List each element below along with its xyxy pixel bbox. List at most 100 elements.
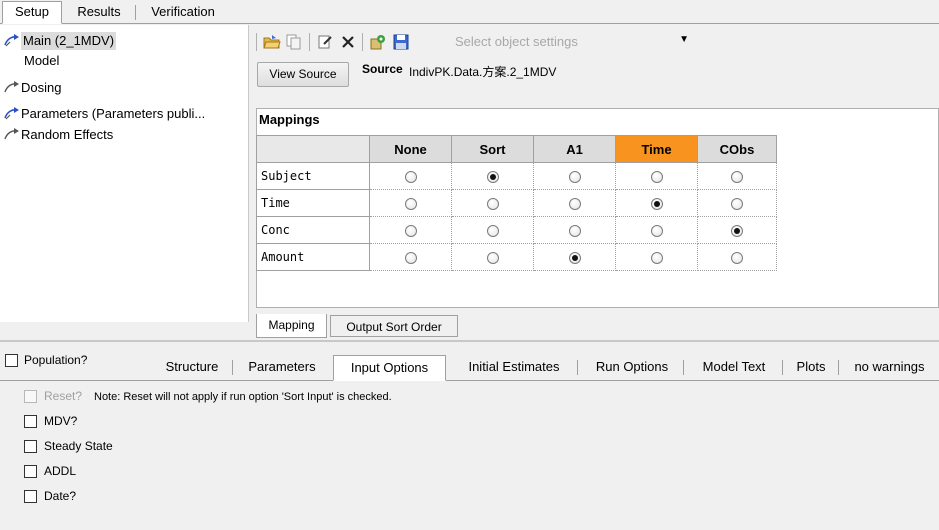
tab-model-text[interactable]: Model Text xyxy=(687,357,781,377)
mapping-cell xyxy=(369,216,452,244)
tree-item-main[interactable]: Main (2_1MDV) xyxy=(3,32,117,50)
tree-item-label: Dosing xyxy=(21,80,62,95)
lower-tab-strip: Structure Parameters Input Options Initi… xyxy=(147,353,939,381)
toolbar: Select object settings ▼ xyxy=(256,30,701,54)
tab-plots[interactable]: Plots xyxy=(786,357,836,377)
row-header: Amount xyxy=(256,243,370,271)
column-header-time[interactable]: Time xyxy=(615,135,698,163)
table-row: Subject xyxy=(256,162,777,190)
tree-item-dosing[interactable]: Dosing xyxy=(3,79,61,97)
edit-icon[interactable] xyxy=(315,32,335,52)
mapping-radio-cobs[interactable] xyxy=(731,224,743,237)
mapping-cell xyxy=(615,162,698,190)
mapping-radio-none[interactable] xyxy=(404,224,417,237)
addl-label: ADDL xyxy=(44,464,77,478)
mapping-radio-cobs[interactable] xyxy=(731,197,743,210)
mapping-cell xyxy=(533,216,616,244)
tab-output-sort-order[interactable]: Output Sort Order xyxy=(330,315,458,337)
mapping-cell xyxy=(615,189,698,217)
mapping-cell xyxy=(369,189,452,217)
mapping-radio-a1[interactable] xyxy=(568,224,581,237)
mapping-cell xyxy=(533,243,616,271)
tree-item-label: Parameters (Parameters publi... xyxy=(21,106,206,121)
mapping-radio-sort[interactable] xyxy=(486,251,499,264)
tree-item-model[interactable]: Model xyxy=(24,52,59,70)
tab-structure[interactable]: Structure xyxy=(153,357,231,377)
mapping-cell xyxy=(697,216,777,244)
reset-checkbox[interactable] xyxy=(24,390,37,403)
mapping-radio-none[interactable] xyxy=(404,251,417,264)
copy-icon[interactable] xyxy=(284,32,304,52)
tab-no-warnings[interactable]: no warnings xyxy=(842,357,937,377)
addl-checkbox[interactable] xyxy=(24,465,37,478)
top-tab-strip: Setup Results Verification xyxy=(0,0,939,24)
mapping-radio-time[interactable] xyxy=(650,170,663,183)
select-placeholder: Select object settings xyxy=(455,34,578,49)
mapping-cell xyxy=(615,216,698,244)
tab-setup[interactable]: Setup xyxy=(2,1,62,24)
column-header-sort[interactable]: Sort xyxy=(451,135,534,163)
mapping-radio-a1[interactable] xyxy=(568,170,581,183)
source-label: Source xyxy=(362,62,403,76)
mapping-cell xyxy=(451,189,534,217)
mapping-radio-sort[interactable] xyxy=(486,170,499,183)
steady-state-checkbox[interactable] xyxy=(24,440,37,453)
mapping-radio-none[interactable] xyxy=(404,197,417,210)
mdv-checkbox[interactable] xyxy=(24,415,37,428)
mapping-radio-cobs[interactable] xyxy=(731,170,743,183)
tree-item-parameters[interactable]: Parameters (Parameters publi... xyxy=(3,105,205,123)
link-arrow-icon xyxy=(3,80,21,96)
object-settings-select[interactable]: Select object settings ▼ xyxy=(451,31,701,53)
column-header-a1[interactable]: A1 xyxy=(533,135,616,163)
link-arrow-icon xyxy=(3,127,21,143)
mappings-grid: None Sort A1 Time CObs Subject Time Conc Am… xyxy=(256,135,777,271)
mapping-cell xyxy=(533,189,616,217)
column-header-none[interactable]: None xyxy=(369,135,452,163)
row-header: Subject xyxy=(256,162,370,190)
tab-input-options[interactable]: Input Options xyxy=(333,355,446,381)
reset-label: Reset? xyxy=(44,389,83,403)
mapping-radio-a1[interactable] xyxy=(568,197,581,210)
tree-item-label: Random Effects xyxy=(21,127,114,142)
mapping-radio-time[interactable] xyxy=(650,197,663,210)
object-tree: Main (2_1MDV) Model Dosing Parameters (P… xyxy=(0,25,249,322)
view-source-button[interactable]: View Source xyxy=(257,62,349,87)
mapping-radio-sort[interactable] xyxy=(486,197,499,210)
mapping-radio-time[interactable] xyxy=(650,251,663,264)
tab-results[interactable]: Results xyxy=(66,2,132,24)
row-header: Conc xyxy=(256,216,370,244)
mapping-cell xyxy=(369,243,452,271)
mapping-cell xyxy=(615,243,698,271)
population-checkbox[interactable] xyxy=(5,354,18,367)
row-header: Time xyxy=(256,189,370,217)
tree-item-random-effects[interactable]: Random Effects xyxy=(3,126,113,144)
tab-initial-estimates[interactable]: Initial Estimates xyxy=(451,357,577,377)
source-value: IndivPK.Data.方案.2_1MDV xyxy=(409,65,557,79)
date-checkbox[interactable] xyxy=(24,490,37,503)
table-row: Amount xyxy=(256,243,777,271)
population-label: Population? xyxy=(24,353,88,367)
mapping-radio-none[interactable] xyxy=(404,170,417,183)
splitter[interactable] xyxy=(0,340,939,342)
tab-run-options[interactable]: Run Options xyxy=(581,357,683,377)
open-folder-icon[interactable] xyxy=(262,32,282,52)
delete-icon[interactable] xyxy=(338,32,358,52)
mapping-radio-a1[interactable] xyxy=(568,251,581,264)
table-row: Conc xyxy=(256,216,777,244)
mapping-cell xyxy=(451,162,534,190)
link-arrow-icon xyxy=(3,33,21,49)
mapping-cell xyxy=(451,216,534,244)
mapping-radio-sort[interactable] xyxy=(486,224,499,237)
tab-mapping[interactable]: Mapping xyxy=(256,314,327,338)
tab-parameters[interactable]: Parameters xyxy=(235,357,329,377)
mapping-radio-cobs[interactable] xyxy=(731,251,743,264)
mapping-cell xyxy=(451,243,534,271)
mapping-cell xyxy=(369,162,452,190)
settings-icon[interactable] xyxy=(368,32,388,52)
mapping-radio-time[interactable] xyxy=(650,224,663,237)
save-icon[interactable] xyxy=(391,32,411,52)
column-header-cobs[interactable]: CObs xyxy=(697,135,777,163)
mapping-cell xyxy=(533,162,616,190)
tab-verification[interactable]: Verification xyxy=(140,2,226,24)
dropdown-arrow-icon: ▼ xyxy=(679,34,689,45)
